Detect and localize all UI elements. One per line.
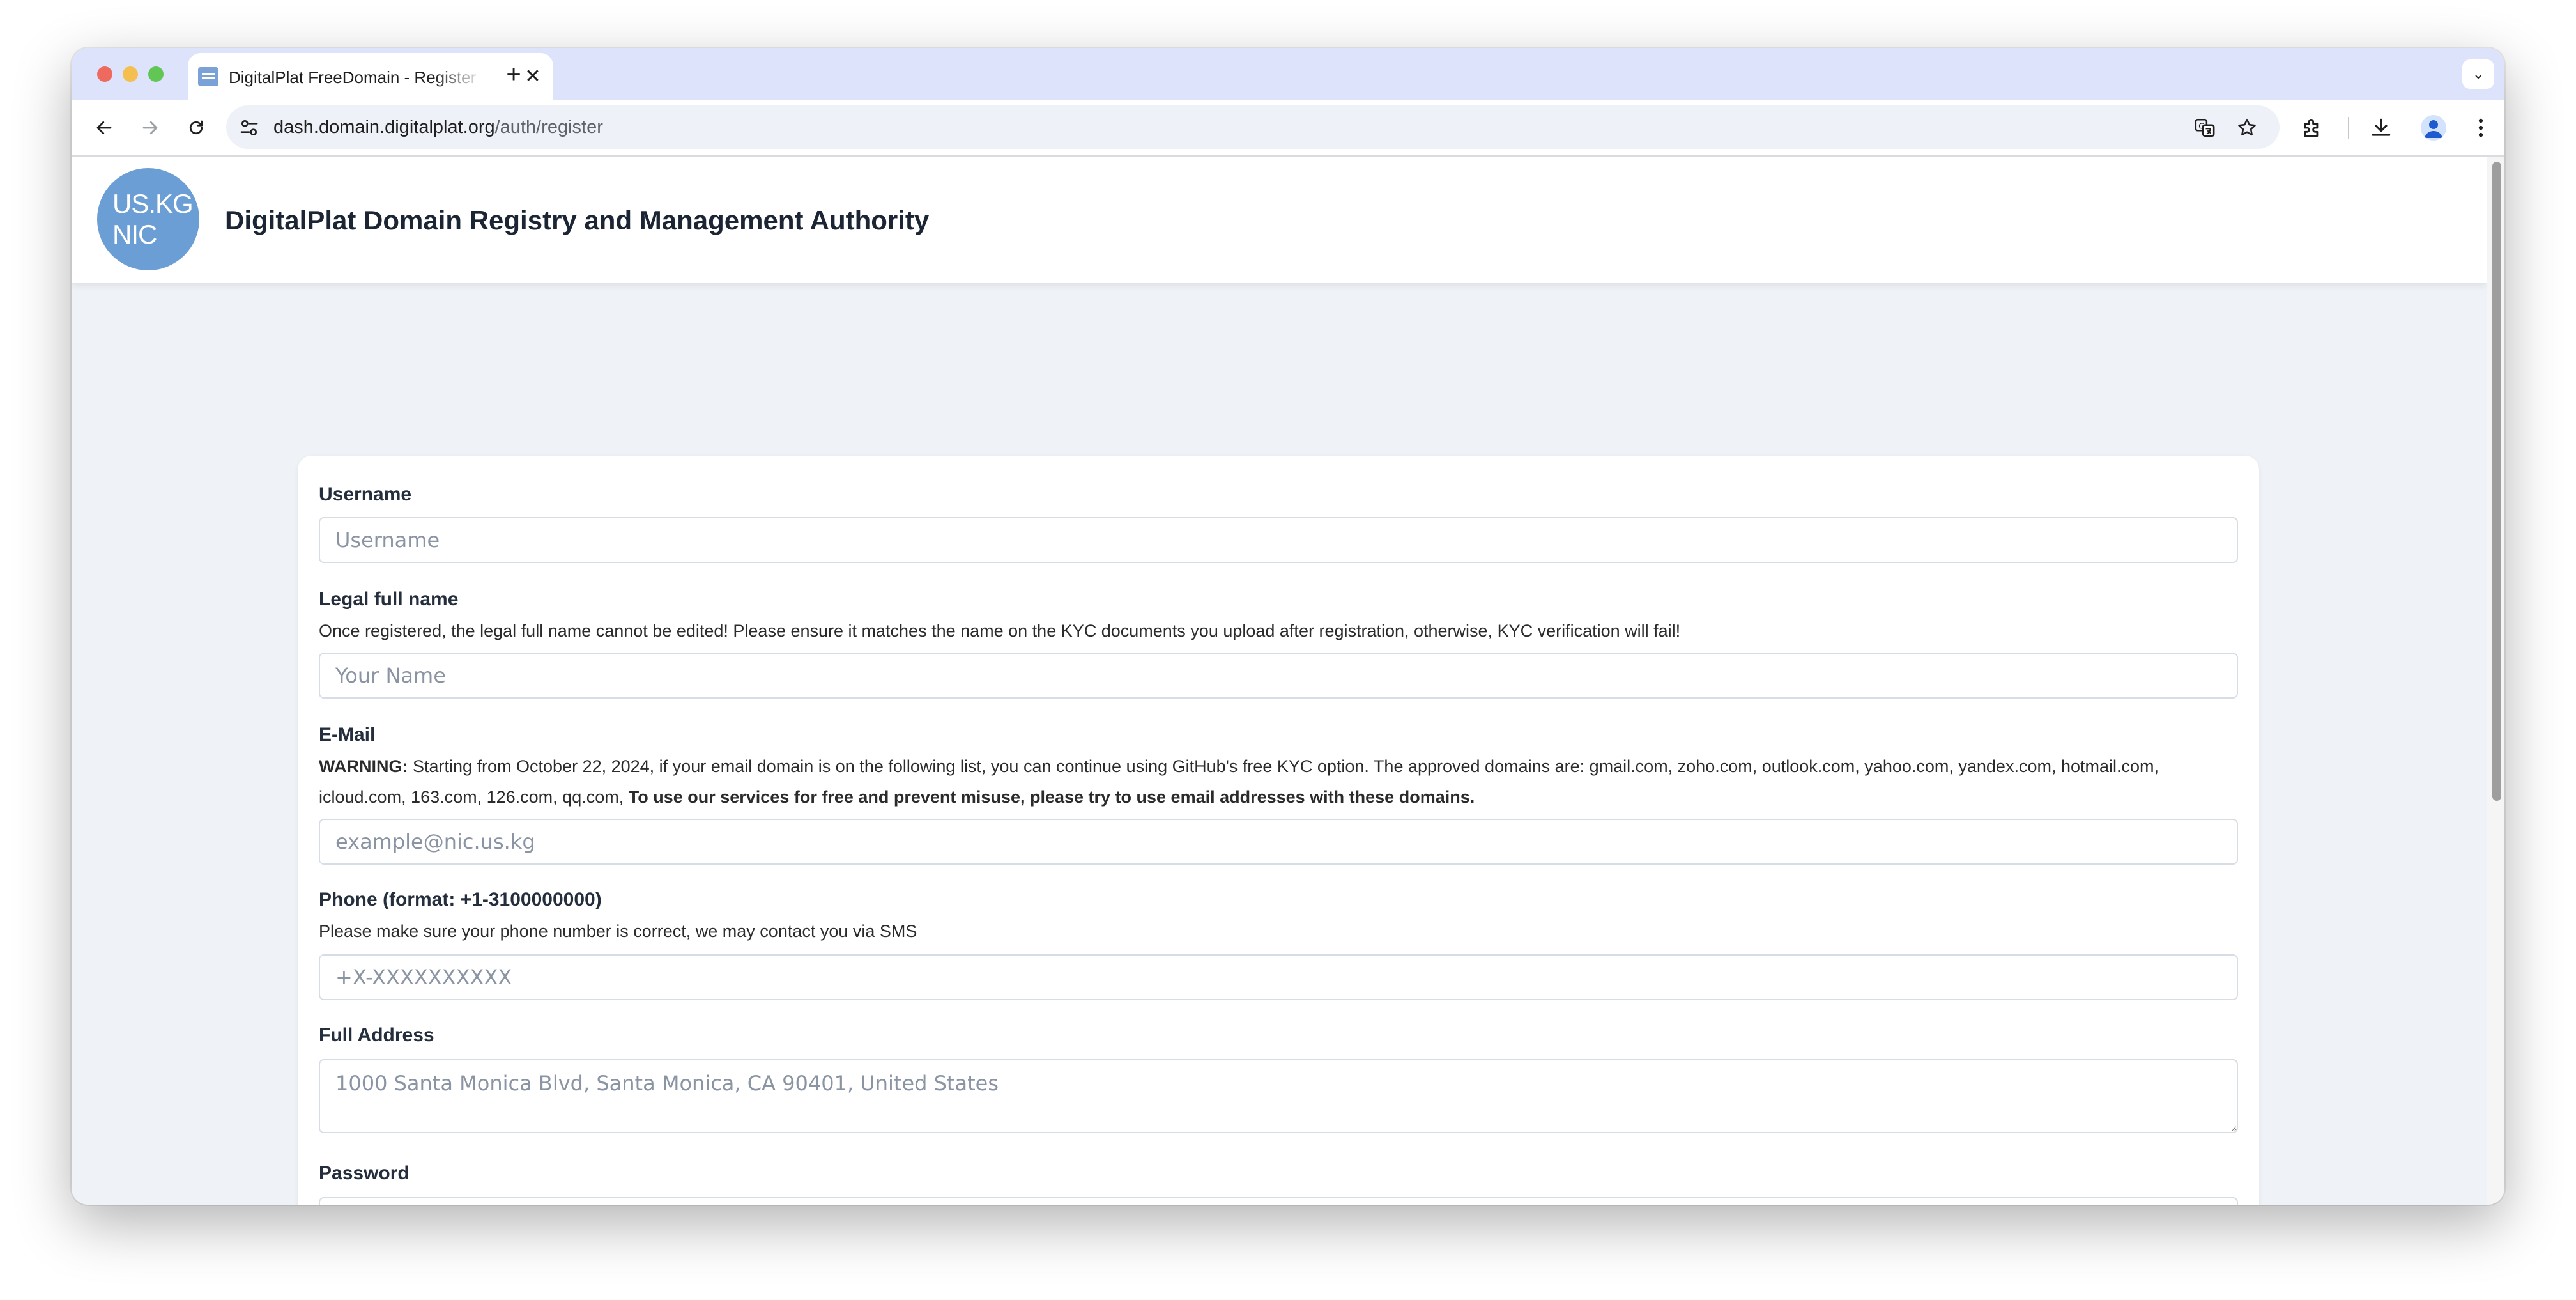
browser-toolbar: dash.domain.digitalplat.org/auth/registe… [72, 100, 2504, 157]
forward-icon[interactable] [135, 113, 165, 143]
phone-label: Phone (format: +1-3100000000) [319, 889, 602, 910]
bookmark-star-icon[interactable] [2236, 117, 2258, 139]
logo-line-1: US.KG [112, 189, 194, 219]
email-warning-bold: To use our services for free and prevent… [628, 787, 1475, 807]
reload-icon[interactable] [181, 113, 211, 143]
toolbar-divider [2348, 117, 2349, 139]
legal-name-help: Once registered, the legal full name can… [319, 621, 1681, 640]
favicon-icon [198, 67, 218, 86]
browser-window: DigitalPlat FreeDomain - Register ✕ + ⌄ … [72, 48, 2504, 1205]
logo-line-2: NIC [112, 219, 157, 249]
legal-name-label: Legal full name [319, 589, 459, 610]
tab-search-button[interactable]: ⌄ [2462, 59, 2494, 89]
translate-icon[interactable]: G [2194, 117, 2216, 139]
email-input[interactable] [319, 819, 2238, 865]
email-warning-prefix: WARNING: [319, 757, 408, 776]
legal-name-input[interactable] [319, 653, 2238, 699]
register-form: Username Legal full name Once registered… [298, 456, 2259, 1205]
address-textarea[interactable] [319, 1059, 2238, 1133]
download-icon[interactable] [2369, 116, 2393, 140]
tab-strip: DigitalPlat FreeDomain - Register ✕ + ⌄ [72, 48, 2504, 100]
minimize-window-button[interactable] [123, 66, 138, 82]
site-logo[interactable]: US.KG NIC [97, 168, 199, 270]
email-label: E-Mail [319, 724, 376, 745]
site-header: US.KG NIC DigitalPlat Domain Registry an… [72, 157, 2487, 283]
page-viewport: US.KG NIC DigitalPlat Domain Registry an… [72, 157, 2487, 1205]
url-text[interactable]: dash.domain.digitalplat.org/auth/registe… [273, 116, 603, 139]
email-warning: WARNING: Starting from October 22, 2024,… [319, 751, 2235, 812]
extensions-icon[interactable] [2300, 116, 2324, 140]
phone-input[interactable] [319, 954, 2238, 1000]
profile-icon[interactable] [2421, 115, 2446, 141]
tab-title: DigitalPlat FreeDomain - Register [229, 68, 477, 87]
address-bar[interactable]: dash.domain.digitalplat.org/auth/registe… [226, 105, 2280, 149]
address-label: Full Address [319, 1025, 434, 1046]
menu-icon[interactable] [2469, 116, 2493, 140]
password-input[interactable] [319, 1197, 2238, 1205]
page-title: DigitalPlat Domain Registry and Manageme… [225, 205, 930, 235]
tab-register[interactable]: DigitalPlat FreeDomain - Register ✕ [188, 53, 553, 100]
scrollbar-thumb[interactable] [2492, 162, 2501, 801]
phone-help: Please make sure your phone number is co… [319, 922, 917, 941]
url-path: /auth/register [494, 117, 603, 137]
site-info-icon[interactable] [239, 118, 259, 138]
url-host: dash.domain.digitalplat.org [273, 117, 495, 137]
back-icon[interactable] [89, 113, 119, 143]
maximize-window-button[interactable] [148, 66, 164, 82]
username-input[interactable] [319, 517, 2238, 563]
close-window-button[interactable] [97, 66, 112, 82]
new-tab-button[interactable]: + [501, 61, 526, 87]
scrollbar[interactable] [2487, 157, 2504, 1205]
username-label: Username [319, 484, 412, 505]
password-label: Password [319, 1163, 410, 1184]
